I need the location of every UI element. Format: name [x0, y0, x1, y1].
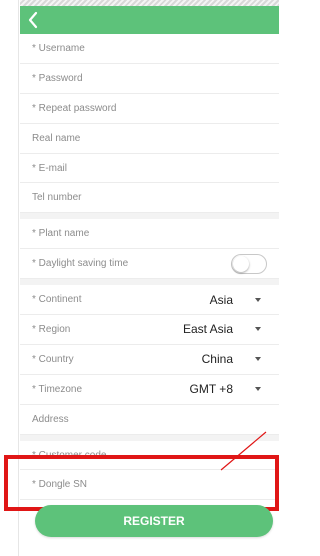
left-divider	[18, 0, 19, 556]
email-field[interactable]: * E-mail	[20, 154, 279, 184]
dongle-sn-label: * Dongle SN	[32, 479, 88, 491]
username-field[interactable]: * Username	[20, 34, 279, 64]
real-name-field[interactable]: Real name	[20, 124, 279, 154]
register-form: * Username * Password * Repeat password …	[20, 34, 279, 501]
customer-code-label: * Customer code	[32, 449, 107, 461]
timezone-select[interactable]: * Timezone GMT +8	[20, 375, 279, 405]
toggle-knob	[233, 255, 249, 272]
timezone-value: GMT +8	[189, 382, 233, 397]
region-value: East Asia	[182, 322, 233, 337]
region-label: * Region	[32, 323, 71, 335]
plant-name-field[interactable]: * Plant name	[20, 219, 279, 250]
daylight-saving-label: * Daylight saving time	[32, 258, 129, 270]
caret-down-icon	[255, 387, 261, 392]
back-button[interactable]	[26, 8, 48, 32]
continent-value: Asia	[209, 292, 233, 307]
continent-select[interactable]: * Continent Asia	[20, 285, 279, 316]
address-field[interactable]: Address	[20, 405, 279, 435]
repeat-password-field[interactable]: * Repeat password	[20, 94, 279, 124]
country-value: China	[201, 352, 233, 367]
caret-down-icon	[255, 297, 261, 302]
continent-label: * Continent	[32, 294, 82, 306]
daylight-saving-toggle[interactable]	[231, 253, 267, 274]
customer-code-field[interactable]: * Customer code	[20, 441, 279, 471]
tel-number-field[interactable]: Tel number	[20, 183, 279, 214]
repeat-password-label: * Repeat password	[32, 102, 117, 114]
left-margin	[0, 0, 20, 556]
password-field[interactable]: * Password	[20, 64, 279, 94]
country-label: * Country	[32, 353, 74, 365]
caret-down-icon	[255, 357, 261, 362]
register-button[interactable]: REGISTER	[35, 505, 273, 537]
daylight-saving-row: * Daylight saving time	[20, 249, 279, 280]
username-label: * Username	[32, 42, 85, 54]
caret-down-icon	[255, 327, 261, 332]
region-select[interactable]: * Region East Asia	[20, 315, 279, 345]
register-page: * Username * Password * Repeat password …	[0, 0, 279, 556]
plant-name-label: * Plant name	[32, 228, 90, 240]
address-label: Address	[32, 413, 69, 425]
password-label: * Password	[32, 72, 83, 84]
country-select[interactable]: * Country China	[20, 345, 279, 375]
timezone-label: * Timezone	[32, 383, 83, 395]
tel-number-label: Tel number	[32, 192, 82, 204]
header-bar	[20, 6, 279, 34]
email-label: * E-mail	[32, 162, 68, 174]
chevron-left-icon	[28, 11, 38, 29]
dongle-sn-field[interactable]: * Dongle SN	[20, 470, 279, 501]
real-name-label: Real name	[32, 132, 81, 144]
